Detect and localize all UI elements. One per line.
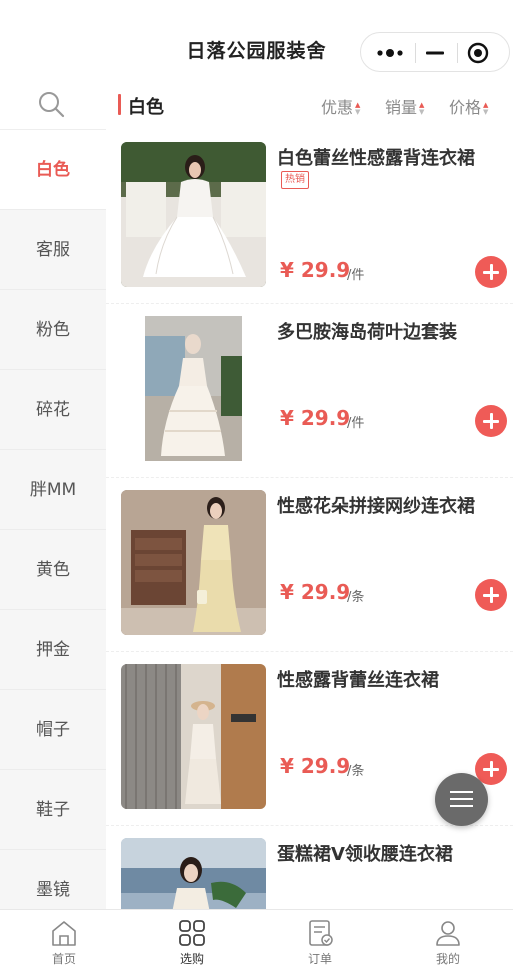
product-image[interactable] (121, 490, 266, 635)
filter-bar: 白色 优惠 ▲ ▼ 销量 ▲ ▼ 价格 ▲ ▼ (106, 80, 513, 130)
current-category-title: 白色 (128, 97, 164, 118)
product-name: 白色蕾丝性感露背连衣裙 (277, 148, 475, 169)
sidebar-item-service[interactable]: 客服 (0, 210, 106, 290)
sort-arrows-icon: ▲ ▼ (419, 100, 425, 116)
tab-orders-label: 订单 (307, 952, 332, 966)
floating-menu-button[interactable] (435, 773, 488, 826)
product-item[interactable]: 蛋糕裙V领收腰连衣裙 (106, 826, 513, 909)
tab-shop-label: 选购 (179, 952, 204, 966)
product-name: 性感露背蕾丝连衣裙 (277, 670, 439, 691)
tab-profile[interactable]: 我的 (384, 918, 512, 967)
add-to-cart-button[interactable] (475, 256, 507, 288)
order-icon (309, 920, 333, 946)
grid-icon (179, 920, 205, 946)
bottom-tab-bar: 首页 选购 订单 我的 (0, 909, 513, 979)
product-price: ¥ 29.9 (280, 580, 351, 604)
sidebar-item-hats[interactable]: 帽子 (0, 690, 106, 770)
tab-home-label: 首页 (51, 952, 76, 966)
sidebar-item-sunglasses[interactable]: 墨镜 (0, 850, 106, 909)
sidebar-item-deposit[interactable]: 押金 (0, 610, 106, 690)
product-item[interactable]: 多巴胺海岛荷叶边套装 ¥ 29.9 /件 (106, 304, 513, 478)
category-marker (118, 94, 121, 115)
sidebar-item-plus-size[interactable]: 胖MM (0, 450, 106, 530)
sort-discount-label: 优惠 (321, 98, 354, 117)
sort-price-label: 价格 (449, 98, 482, 117)
minimize-icon[interactable] (423, 41, 447, 65)
product-unit: /条 (347, 590, 365, 605)
nav-header: 日落公园服装舍 (0, 0, 513, 80)
sort-arrows-icon: ▲ ▼ (483, 100, 489, 116)
product-name: 多巴胺海岛荷叶边套装 (277, 322, 457, 343)
product-price: ¥ 29.9 (280, 406, 351, 430)
search-icon (39, 92, 65, 118)
sidebar-item-yellow[interactable]: 黄色 (0, 530, 106, 610)
close-target-icon[interactable] (465, 41, 491, 65)
sidebar-item-white[interactable]: 白色 (0, 130, 106, 210)
more-options-icon[interactable] (373, 41, 407, 65)
add-to-cart-button[interactable] (475, 405, 507, 437)
product-unit: /条 (347, 764, 365, 779)
product-unit: /件 (347, 416, 365, 431)
tab-profile-label: 我的 (435, 952, 460, 966)
sort-price[interactable]: 价格 ▲ ▼ (449, 94, 488, 118)
product-image[interactable] (121, 142, 266, 287)
product-image[interactable] (121, 664, 266, 809)
user-icon (436, 921, 460, 946)
sidebar-item-shoes[interactable]: 鞋子 (0, 770, 106, 850)
product-item[interactable]: 性感花朵拼接网纱连衣裙 ¥ 29.9 /条 (106, 478, 513, 652)
product-image[interactable] (121, 316, 266, 461)
product-price: ¥ 29.9 (280, 754, 351, 778)
product-name: 性感花朵拼接网纱连衣裙 (277, 496, 475, 517)
sidebar-item-pink[interactable]: 粉色 (0, 290, 106, 370)
sort-sales[interactable]: 销量 ▲ ▼ (385, 94, 424, 118)
sidebar-item-floral[interactable]: 碎花 (0, 370, 106, 450)
product-unit: /件 (347, 268, 365, 283)
sort-sales-label: 销量 (385, 98, 418, 117)
search-button[interactable] (0, 80, 106, 130)
product-image[interactable] (121, 838, 266, 909)
product-name: 蛋糕裙V领收腰连衣裙 (277, 844, 453, 865)
tab-orders[interactable]: 订单 (256, 918, 384, 967)
mini-program-capsule (360, 32, 510, 72)
sort-arrows-icon: ▲ ▼ (355, 100, 361, 116)
product-item[interactable]: 白色蕾丝性感露背连衣裙 热销 ¥ 29.9 /件 (106, 130, 513, 304)
category-sidebar: 白色 客服 粉色 碎花 胖MM 黄色 押金 帽子 鞋子 墨镜 (0, 130, 106, 909)
tab-home[interactable]: 首页 (0, 918, 128, 967)
home-icon (52, 921, 76, 946)
tab-shop[interactable]: 选购 (128, 918, 256, 967)
hot-sale-badge: 热销 (281, 171, 309, 189)
sort-discount[interactable]: 优惠 ▲ ▼ (321, 94, 360, 118)
add-to-cart-button[interactable] (475, 579, 507, 611)
product-price: ¥ 29.9 (280, 258, 351, 282)
